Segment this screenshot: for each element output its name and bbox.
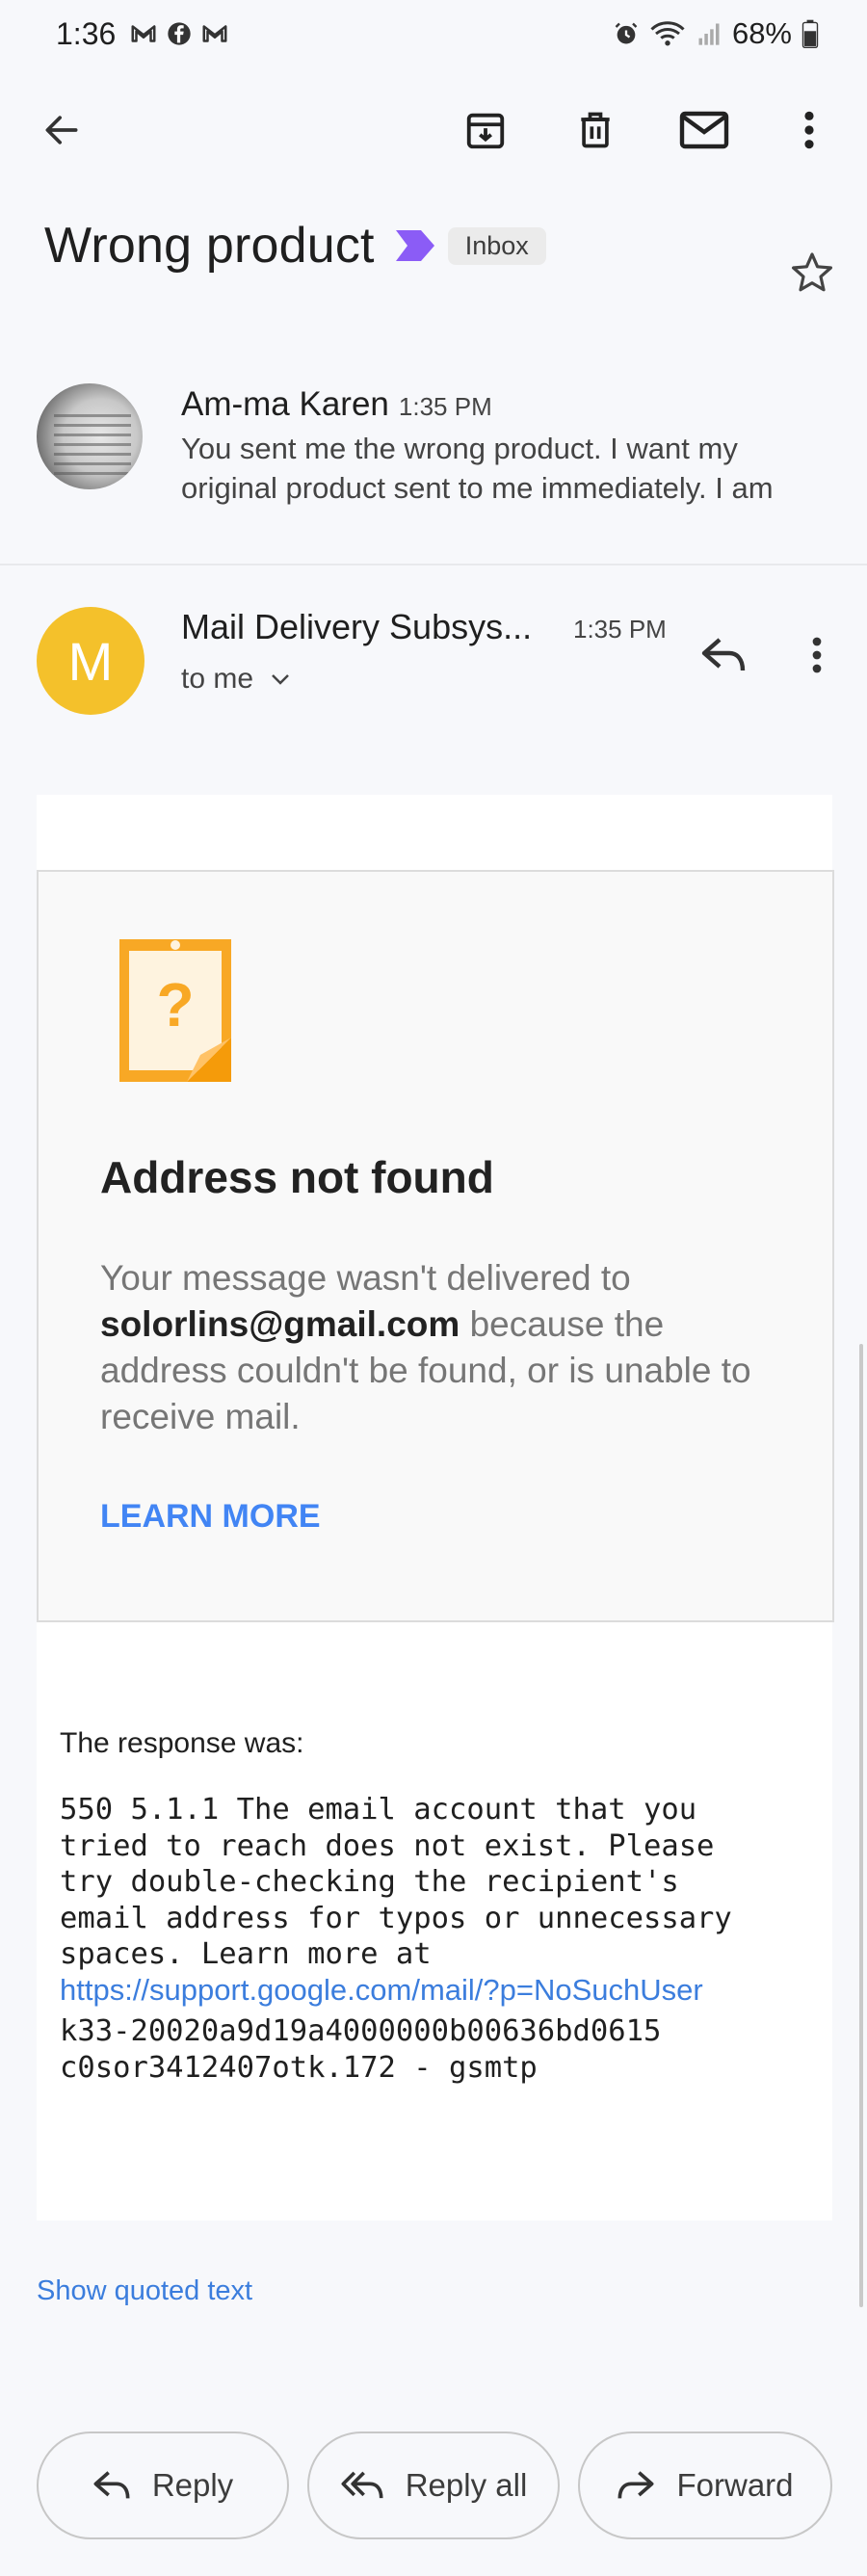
svg-text:?: ?: [156, 970, 194, 1039]
mark-unread-button[interactable]: [670, 96, 738, 164]
reply-button[interactable]: Reply: [37, 2431, 289, 2539]
more-options-button[interactable]: [775, 96, 843, 164]
subject-row: Wrong product Inbox: [44, 217, 546, 275]
battery-icon: [801, 19, 819, 48]
notification-icons: [129, 19, 229, 48]
reply-button-label: Reply: [151, 2467, 234, 2503]
response-text: 550 5.1.1 The email account that you tri…: [60, 1793, 732, 1971]
gmail-icon-2: [202, 25, 227, 42]
show-quoted-text-link[interactable]: Show quoted text: [37, 2275, 252, 2307]
sender-avatar[interactable]: M: [37, 607, 144, 715]
collapsed-time: 1:35 PM: [398, 392, 492, 421]
recipient-details-toggle[interactable]: to me: [181, 663, 292, 696]
more-vertical-icon: [804, 111, 814, 149]
archive-button[interactable]: [452, 96, 519, 164]
collapsed-sender: Am-ma Karen 1:35 PM: [181, 385, 492, 424]
signal-icon: [698, 23, 720, 45]
alarm-icon: [615, 22, 638, 44]
star-button[interactable]: [778, 239, 846, 306]
recipient-text: to me: [181, 663, 254, 695]
system-icons: 68%: [613, 16, 819, 51]
reply-icon: [93, 2471, 130, 2499]
reply-icon: [701, 638, 746, 671]
forward-button[interactable]: Forward: [578, 2431, 832, 2539]
reply-all-button[interactable]: Reply all: [307, 2431, 560, 2539]
bounced-email-address: solorlins@gmail.com: [100, 1304, 460, 1344]
message-more-button[interactable]: [783, 621, 851, 689]
importance-marker-icon[interactable]: [394, 228, 436, 263]
forward-button-label: Forward: [676, 2467, 794, 2503]
bounce-message-prefix: Your message wasn't delivered to: [100, 1258, 631, 1298]
bounce-message: Your message wasn't delivered to solorli…: [100, 1255, 794, 1440]
reply-icon-button[interactable]: [690, 621, 757, 689]
back-arrow-icon: [45, 116, 78, 145]
wifi-icon: [650, 21, 685, 46]
mail-icon: [679, 111, 729, 149]
delete-button[interactable]: [562, 96, 629, 164]
response-label: The response was:: [60, 1727, 304, 1759]
status-time: 1:36: [56, 16, 117, 51]
archive-icon: [466, 113, 505, 149]
more-vertical-icon: [812, 637, 822, 673]
reply-all-button-label: Reply all: [405, 2467, 528, 2503]
trash-icon: [581, 112, 610, 148]
avatar[interactable]: [37, 383, 143, 489]
status-bar: 1:36 68%: [0, 0, 867, 77]
gmail-icon: [131, 25, 156, 42]
question-document-icon: ?: [119, 939, 231, 1082]
message-snippet: You sent me the wrong product. I want my…: [181, 432, 774, 505]
expanded-time: 1:35 PM: [573, 615, 667, 644]
scrollbar[interactable]: [859, 1344, 863, 2307]
bounce-notice: ? Address not found Your message wasn't …: [37, 870, 834, 1622]
collapsed-sender-name: Am-ma Karen: [181, 385, 389, 423]
back-button[interactable]: [28, 96, 95, 164]
star-icon: [792, 252, 832, 292]
response-server-id: k33-20020a9d19a4000000b00636bd0615 c0sor…: [60, 2014, 662, 2085]
reply-all-icon: [341, 2471, 383, 2499]
forward-icon: [617, 2471, 654, 2499]
bounce-title: Address not found: [100, 1152, 494, 1202]
support-link[interactable]: https://support.google.com/mail/?p=NoSuc…: [60, 1973, 703, 2008]
subject-title: Wrong product: [44, 218, 375, 274]
inbox-label-chip[interactable]: Inbox: [447, 226, 546, 265]
battery-percentage: 68%: [731, 16, 792, 50]
facebook-icon: [168, 22, 191, 45]
collapsed-message[interactable]: Am-ma Karen 1:35 PM You sent me the wrong…: [0, 356, 867, 565]
expanded-sender-name: Mail Delivery Subsys...: [181, 607, 533, 646]
learn-more-link[interactable]: LEARN MORE: [100, 1498, 321, 1536]
chevron-down-icon: [272, 674, 289, 685]
